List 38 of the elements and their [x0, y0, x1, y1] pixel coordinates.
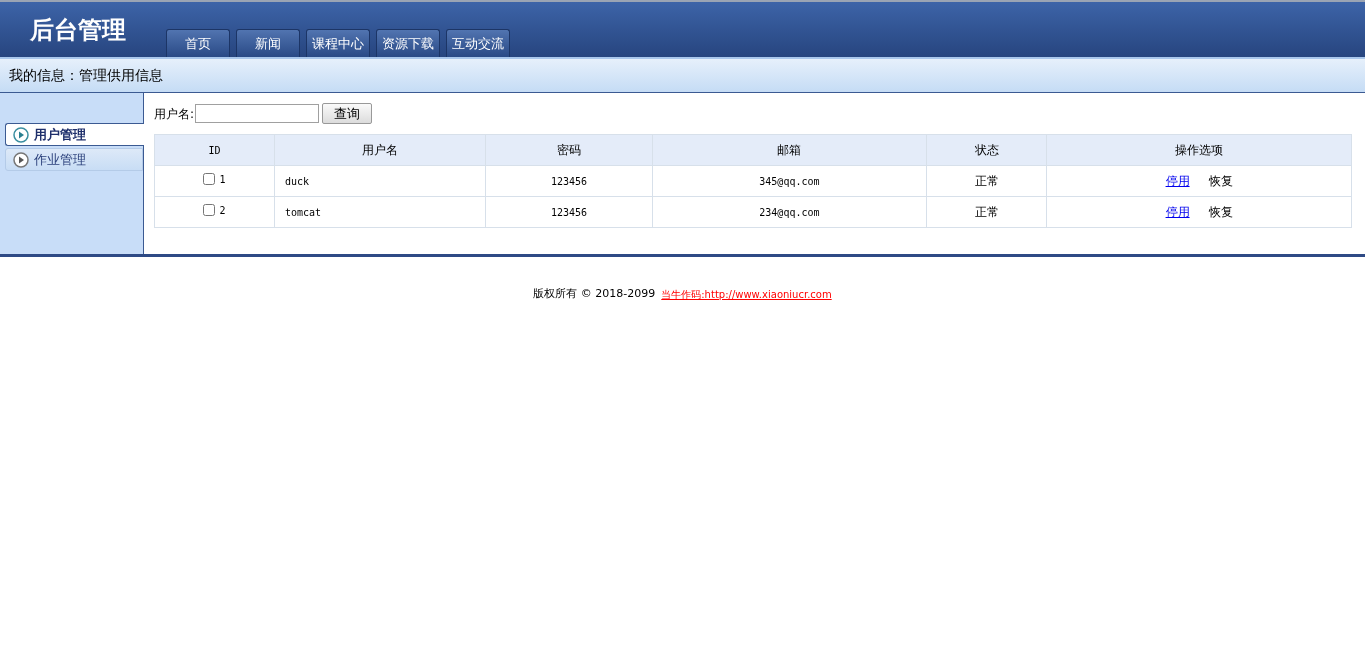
- table-cell-text: 2: [219, 203, 226, 218]
- copyright-text: 版权所有 © 2018-2099: [533, 286, 656, 302]
- nav-tab[interactable]: 新闻: [236, 29, 300, 57]
- restore-action[interactable]: 恢复: [1208, 203, 1233, 221]
- column-header: 操作选项: [1046, 134, 1352, 166]
- nav-tab[interactable]: 互动交流: [446, 29, 510, 57]
- nav-tab[interactable]: 首页: [166, 29, 230, 57]
- sidebar-item[interactable]: 作业管理: [5, 148, 143, 171]
- table-cell: 正常: [926, 196, 1047, 228]
- row-checkbox[interactable]: [203, 204, 216, 217]
- disable-link[interactable]: 停用: [1165, 203, 1190, 221]
- table-cell: 123456: [485, 165, 653, 197]
- column-header: 邮箱: [652, 134, 927, 166]
- column-header: 用户名: [274, 134, 486, 166]
- nav-tab[interactable]: 资源下载: [376, 29, 440, 57]
- column-header: ID: [154, 134, 275, 166]
- table-cell: 正常: [926, 165, 1047, 197]
- site-link[interactable]: 当牛作码:http://www.xiaoniucr.com: [661, 286, 832, 302]
- restore-action[interactable]: 恢复: [1208, 172, 1233, 190]
- search-label: 用户名:: [154, 105, 195, 123]
- column-header: 状态: [926, 134, 1047, 166]
- table-cell: 123456: [485, 196, 653, 228]
- disable-link[interactable]: 停用: [1165, 172, 1190, 190]
- table-cell: 234@qq.com: [652, 196, 927, 228]
- nav-tab[interactable]: 课程中心: [306, 29, 370, 57]
- table-cell: duck: [274, 165, 486, 197]
- sidebar-item[interactable]: 用户管理: [5, 123, 144, 146]
- breadcrumb: 我的信息：管理供用信息: [9, 66, 163, 85]
- table-cell: tomcat: [274, 196, 486, 228]
- arrow-circle-icon: [13, 151, 29, 168]
- site-title: 后台管理: [29, 13, 127, 46]
- search-button[interactable]: 查询: [322, 103, 373, 124]
- row-checkbox[interactable]: [203, 173, 216, 186]
- username-input[interactable]: [195, 104, 320, 123]
- arrow-circle-icon: [13, 126, 29, 143]
- table-cell-text: 1: [219, 172, 226, 187]
- table-cell: 345@qq.com: [652, 165, 927, 197]
- column-header: 密码: [485, 134, 653, 166]
